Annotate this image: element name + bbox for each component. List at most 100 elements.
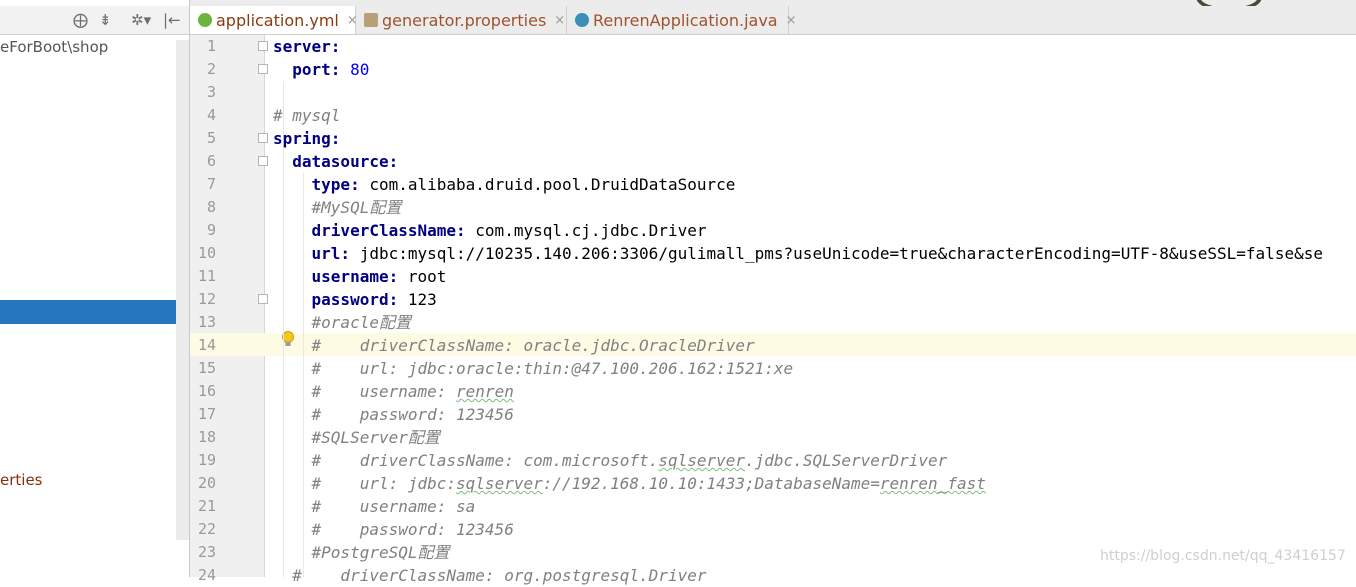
code-line[interactable]: spring: xyxy=(273,127,340,150)
line-number: 8 xyxy=(206,198,216,216)
code-line[interactable]: server: xyxy=(273,35,340,58)
line-number: 19 xyxy=(197,451,216,469)
code-line[interactable]: # url: jdbc:oracle:thin:@47.100.206.162:… xyxy=(273,357,794,380)
yaml-comment: #SQLServer配置 xyxy=(311,428,440,447)
tab-generator-properties[interactable]: generator.properties × xyxy=(356,6,567,34)
line-number: 21 xyxy=(197,497,216,515)
fold-marker[interactable] xyxy=(258,64,268,74)
tab-label: generator.properties xyxy=(382,10,547,30)
line-number: 17 xyxy=(197,405,216,423)
line-number: 1 xyxy=(206,37,216,55)
collapse-icon[interactable]: ⇟ xyxy=(99,10,112,30)
fold-marker[interactable] xyxy=(258,41,268,51)
fold-marker[interactable] xyxy=(258,156,268,166)
fold-marker[interactable] xyxy=(258,294,268,304)
java-class-icon xyxy=(575,13,589,27)
yaml-comment: # driverClassName: org.postgresql.Driver xyxy=(292,566,707,585)
typo-text: renren xyxy=(456,382,514,401)
close-icon[interactable]: × xyxy=(786,13,797,28)
yaml-key: password: xyxy=(311,290,399,309)
comment-text: .jdbc.SQLServerDriver xyxy=(745,451,948,470)
yaml-comment: # driverClassName: com.microsoft.sqlserv… xyxy=(312,451,948,470)
line-number: 16 xyxy=(197,382,216,400)
yaml-file-icon xyxy=(198,13,212,27)
yaml-key: spring: xyxy=(273,129,341,148)
code-line[interactable]: datasource: xyxy=(273,150,398,173)
yaml-comment: #MySQL配置 xyxy=(311,198,402,217)
selected-tree-row[interactable] xyxy=(0,300,189,324)
line-number: 13 xyxy=(197,313,216,331)
line-number: 15 xyxy=(197,359,216,377)
editor-tabs: application.yml × generator.properties ×… xyxy=(190,6,1356,35)
gear-icon[interactable]: ✲▾ xyxy=(131,10,151,30)
tab-application-yml[interactable]: application.yml × xyxy=(190,6,358,34)
yaml-comment: #oracle配置 xyxy=(311,313,411,332)
code-line[interactable]: password: 123 xyxy=(273,288,437,311)
code-line[interactable]: # username: renren xyxy=(273,380,514,403)
yaml-key: url: xyxy=(311,244,351,263)
project-toolbar: ⨁ ⇟ ✲▾ |← xyxy=(0,6,189,35)
yaml-comment: # mysql xyxy=(273,106,341,125)
line-number: 6 xyxy=(206,152,216,170)
yaml-comment: #PostgreSQL配置 xyxy=(311,543,450,562)
yaml-value: 123 xyxy=(398,290,437,309)
tree-item-properties[interactable]: erties xyxy=(0,471,43,489)
yaml-value: jdbc:mysql://10235.140.206:3306/gulimall… xyxy=(350,244,1323,263)
typo-text: sqlserver xyxy=(456,474,543,493)
line-number: 18 xyxy=(197,428,216,446)
yaml-comment: # password: 123456 xyxy=(311,405,514,424)
tab-label: RenrenApplication.java xyxy=(593,10,778,30)
line-number: 5 xyxy=(206,129,216,147)
line-number: 10 xyxy=(197,244,216,262)
yaml-comment: # username: sa xyxy=(311,497,476,516)
line-number: 2 xyxy=(206,60,216,78)
code-line[interactable]: driverClassName: com.mysql.cj.jdbc.Drive… xyxy=(273,219,707,242)
yaml-key: username: xyxy=(311,267,399,286)
crosshair-icon[interactable]: ⨁ xyxy=(73,10,88,30)
watermark: https://blog.csdn.net/qq_43416157 xyxy=(1100,548,1346,564)
line-number: 7 xyxy=(206,175,216,193)
line-number: 20 xyxy=(197,474,216,492)
code-line[interactable]: #oracle配置 xyxy=(273,311,411,334)
yaml-comment: # password: 123456 xyxy=(311,520,514,539)
yaml-value: com.mysql.cj.jdbc.Driver xyxy=(465,221,707,240)
code-line[interactable]: username: root xyxy=(273,265,447,288)
comment-text: ://192.168.10.10:1433;DatabaseName= xyxy=(542,474,880,493)
code-line[interactable]: # driverClassName: com.microsoft.sqlserv… xyxy=(273,449,948,472)
yaml-key: port: xyxy=(292,60,341,79)
tab-label: application.yml xyxy=(216,10,339,30)
line-number: 4 xyxy=(206,106,216,124)
code-line[interactable]: #PostgreSQL配置 xyxy=(273,541,450,564)
code-line[interactable]: # username: sa xyxy=(273,495,476,518)
code-line[interactable]: # driverClassName: oracle.jdbc.OracleDri… xyxy=(273,334,755,357)
fold-marker[interactable] xyxy=(258,133,268,143)
yaml-comment: # url: jdbc:oracle:thin:@47.100.206.162:… xyxy=(311,359,794,378)
code-line[interactable]: # password: 123456 xyxy=(273,403,514,426)
project-panel: ⨁ ⇟ ✲▾ |← eForBoot\shop erties xyxy=(0,0,189,577)
yaml-value: com.alibaba.druid.pool.DruidDataSource xyxy=(359,175,736,194)
line-number: 11 xyxy=(197,267,216,285)
code-line[interactable]: type: com.alibaba.druid.pool.DruidDataSo… xyxy=(273,173,736,196)
typo-text: sqlserver xyxy=(658,451,746,470)
yaml-key: datasource: xyxy=(292,152,399,171)
code-line[interactable]: #SQLServer配置 xyxy=(273,426,440,449)
code-line[interactable]: port: 80 xyxy=(273,58,369,81)
code-line[interactable]: url: jdbc:mysql://10235.140.206:3306/gul… xyxy=(273,242,1323,265)
code-line[interactable]: # url: jdbc:sqlserver://192.168.10.10:14… xyxy=(273,472,986,495)
line-number: 24 xyxy=(197,566,216,584)
comment-text: # url: jdbc: xyxy=(311,474,457,493)
close-icon[interactable]: × xyxy=(554,13,565,28)
yaml-comment: # driverClassName: oracle.jdbc.OracleDri… xyxy=(311,336,755,355)
comment-text: # username: xyxy=(311,382,457,401)
code-line[interactable]: # mysql xyxy=(273,104,340,127)
code-line[interactable]: # password: 123456 xyxy=(273,518,514,541)
tab-renren-application-java[interactable]: RenrenApplication.java × xyxy=(567,6,797,34)
hide-panel-icon[interactable]: |← xyxy=(163,10,181,30)
typo-text: renren_fast xyxy=(879,474,986,493)
line-number: 23 xyxy=(197,543,216,561)
yaml-value: 80 xyxy=(350,60,370,79)
code-line[interactable]: #MySQL配置 xyxy=(273,196,402,219)
project-path[interactable]: eForBoot\shop xyxy=(0,38,108,56)
code-line[interactable]: # driverClassName: org.postgresql.Driver xyxy=(273,564,706,587)
project-scrollbar[interactable] xyxy=(176,40,189,540)
